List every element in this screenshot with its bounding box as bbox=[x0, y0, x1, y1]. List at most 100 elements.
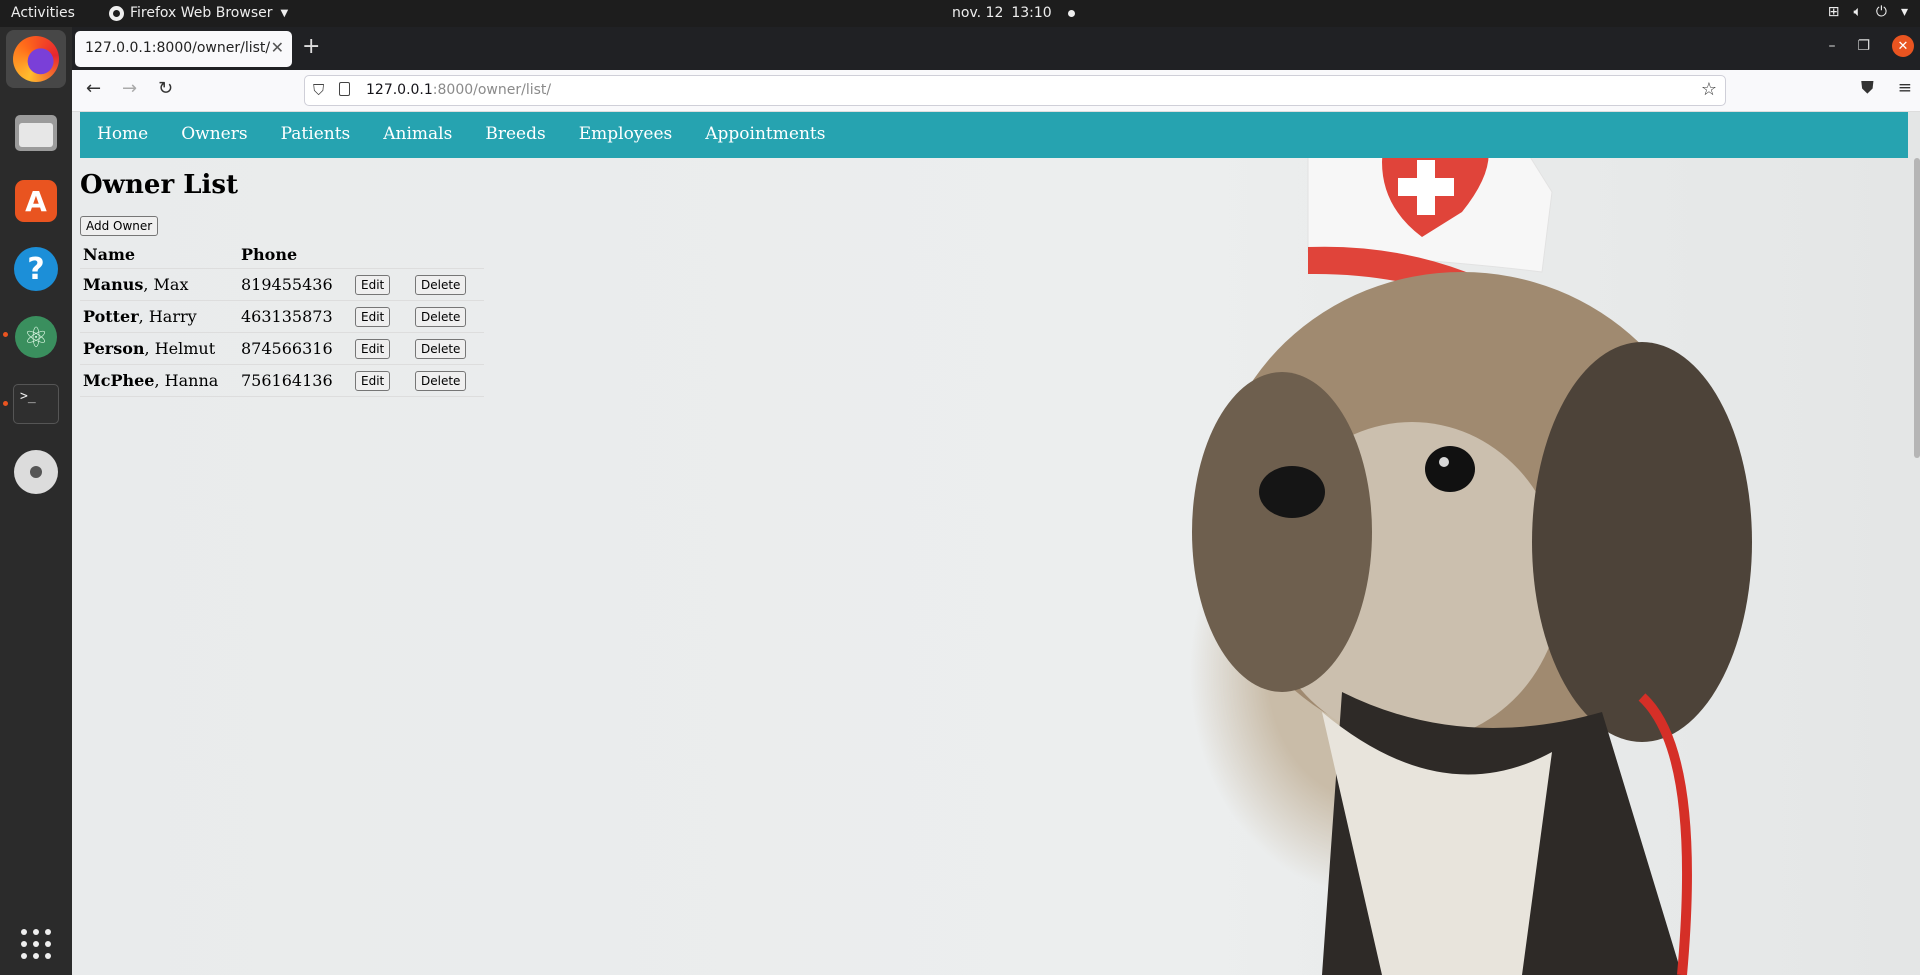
column-header-delete bbox=[412, 241, 484, 269]
close-window-icon[interactable]: ✕ bbox=[1892, 35, 1914, 57]
delete-button[interactable]: Delete bbox=[415, 371, 467, 391]
nav-appointments[interactable]: Appointments bbox=[705, 124, 825, 158]
dog-nurse-background-image bbox=[1192, 112, 1752, 975]
software-store-icon: A bbox=[15, 180, 57, 222]
table-row: Manus, Max 819455436 Edit Delete bbox=[80, 268, 484, 301]
edit-button[interactable]: Edit bbox=[355, 339, 391, 359]
column-header-name: Name bbox=[80, 241, 238, 269]
volume-icon: 🔈︎ bbox=[1853, 4, 1862, 20]
browser-window: 127.0.0.1:8000/owner/list/ ✕ + – ❐ ✕ ← →… bbox=[72, 27, 1920, 975]
edit-cell: Edit bbox=[352, 300, 412, 333]
dock-help[interactable]: ? bbox=[12, 245, 60, 293]
dock-files[interactable] bbox=[12, 109, 60, 157]
clock-time: 13:10 bbox=[1011, 5, 1052, 21]
owner-phone: 463135873 bbox=[238, 300, 352, 333]
owner-name: McPhee, Hanna bbox=[80, 364, 238, 397]
nav-employees[interactable]: Employees bbox=[579, 124, 673, 158]
close-tab-icon[interactable]: ✕ bbox=[271, 38, 284, 57]
edit-button[interactable]: Edit bbox=[355, 275, 391, 295]
clock[interactable]: nov. 12 13:10 bbox=[952, 5, 1075, 21]
table-row: McPhee, Hanna 756164136 Edit Delete bbox=[80, 364, 484, 397]
back-arrow-icon[interactable]: ← bbox=[86, 78, 101, 99]
main-content: Owner List Add Owner Name Phone Manus, M… bbox=[80, 158, 484, 397]
owner-phone: 819455436 bbox=[238, 268, 352, 301]
tab-owner-list[interactable]: 127.0.0.1:8000/owner/list/ ✕ bbox=[75, 31, 292, 67]
owner-phone: 756164136 bbox=[238, 364, 352, 397]
nav-breeds[interactable]: Breeds bbox=[485, 124, 545, 158]
site-navigation: Home Owners Patients Animals Breeds Empl… bbox=[80, 112, 1908, 158]
add-owner-button[interactable]: Add Owner bbox=[80, 216, 159, 236]
edit-button[interactable]: Edit bbox=[355, 371, 391, 391]
system-top-bar: Activities Firefox Web Browser ▼ nov. 12… bbox=[0, 0, 1920, 27]
nav-patients[interactable]: Patients bbox=[281, 124, 351, 158]
dock-firefox[interactable] bbox=[6, 30, 66, 88]
delete-button[interactable]: Delete bbox=[415, 307, 467, 327]
owner-first-name: , Max bbox=[143, 275, 189, 294]
delete-cell: Delete bbox=[412, 332, 484, 365]
table-row: Potter, Harry 463135873 Edit Delete bbox=[80, 300, 484, 333]
delete-button[interactable]: Delete bbox=[415, 275, 467, 295]
edit-button[interactable]: Edit bbox=[355, 307, 391, 327]
minimize-icon[interactable]: – bbox=[1828, 38, 1835, 54]
nav-owners[interactable]: Owners bbox=[181, 124, 247, 158]
edit-cell: Edit bbox=[352, 364, 412, 397]
navigation-toolbar: ← → ↻ ⛉ 127.0.0.1:8000/owner/list/ ☆ ⛊ ≡ bbox=[72, 70, 1920, 112]
owner-first-name: , Hanna bbox=[154, 371, 219, 390]
system-tray[interactable]: ⊞ 🔈︎ ⏻ ▾ bbox=[1828, 4, 1908, 20]
dock-atom[interactable]: ⚛ bbox=[12, 313, 60, 361]
page-icon bbox=[339, 82, 350, 96]
dock: A ? ⚛ >_ bbox=[0, 27, 72, 975]
pocket-icon[interactable]: ⛊ bbox=[1861, 78, 1874, 98]
terminal-icon: >_ bbox=[13, 384, 59, 424]
owner-last-name: Potter bbox=[83, 307, 139, 326]
bookmark-star-icon[interactable]: ☆ bbox=[1701, 79, 1717, 100]
running-indicator-icon bbox=[3, 332, 8, 337]
caret-down-icon: ▼ bbox=[280, 7, 289, 19]
delete-cell: Delete bbox=[412, 268, 484, 301]
url-text[interactable]: 127.0.0.1:8000/owner/list/ bbox=[366, 82, 551, 98]
dock-disc[interactable] bbox=[12, 448, 60, 496]
edit-cell: Edit bbox=[352, 332, 412, 365]
owner-last-name: Person bbox=[83, 339, 145, 358]
dock-software[interactable]: A bbox=[12, 177, 60, 225]
power-icon: ⏻ bbox=[1875, 4, 1887, 20]
owner-first-name: , Harry bbox=[138, 307, 197, 326]
page-viewport: Home Owners Patients Animals Breeds Empl… bbox=[72, 112, 1920, 975]
column-header-edit bbox=[352, 241, 412, 269]
hamburger-menu-icon[interactable]: ≡ bbox=[1898, 78, 1912, 98]
running-indicator-icon bbox=[3, 401, 8, 406]
owner-name: Potter, Harry bbox=[80, 300, 238, 333]
forward-arrow-icon[interactable]: → bbox=[122, 78, 137, 99]
owner-last-name: Manus bbox=[83, 275, 144, 294]
tab-bar: 127.0.0.1:8000/owner/list/ ✕ + – ❐ ✕ bbox=[72, 27, 1920, 70]
new-tab-button[interactable]: + bbox=[302, 36, 320, 58]
toolbar-right: ⛊ ≡ bbox=[1861, 78, 1912, 98]
nav-animals[interactable]: Animals bbox=[383, 124, 452, 158]
edit-cell: Edit bbox=[352, 268, 412, 301]
dock-terminal[interactable]: >_ bbox=[12, 380, 60, 428]
table-row: Person, Helmut 874566316 Edit Delete bbox=[80, 332, 484, 365]
show-apps-button[interactable] bbox=[12, 920, 60, 968]
table-header-row: Name Phone bbox=[80, 241, 484, 269]
clock-date: nov. 12 bbox=[952, 5, 1004, 21]
notification-dot-icon bbox=[1067, 9, 1075, 17]
reload-icon[interactable]: ↻ bbox=[158, 78, 173, 99]
owner-name: Person, Helmut bbox=[80, 332, 238, 365]
owner-last-name: McPhee bbox=[83, 371, 155, 390]
window-controls: – ❐ ✕ bbox=[1828, 35, 1920, 57]
app-menu-label: Firefox Web Browser bbox=[130, 5, 273, 21]
nav-home[interactable]: Home bbox=[97, 124, 148, 158]
help-icon: ? bbox=[14, 247, 58, 291]
page-scrollbar[interactable] bbox=[1914, 158, 1920, 458]
app-menu[interactable]: Firefox Web Browser ▼ bbox=[109, 5, 288, 21]
disc-icon bbox=[14, 450, 58, 494]
delete-button[interactable]: Delete bbox=[415, 339, 467, 359]
owner-phone: 874566316 bbox=[238, 332, 352, 365]
shield-icon[interactable]: ⛉ bbox=[313, 81, 324, 99]
atom-icon: ⚛ bbox=[15, 316, 57, 358]
owner-first-name: , Helmut bbox=[144, 339, 216, 358]
owner-table: Name Phone Manus, Max 819455436 Edit Del… bbox=[80, 241, 484, 397]
maximize-icon[interactable]: ❐ bbox=[1857, 38, 1870, 54]
url-bar[interactable]: ⛉ 127.0.0.1:8000/owner/list/ ☆ bbox=[304, 75, 1726, 106]
activities-button[interactable]: Activities bbox=[11, 5, 75, 21]
